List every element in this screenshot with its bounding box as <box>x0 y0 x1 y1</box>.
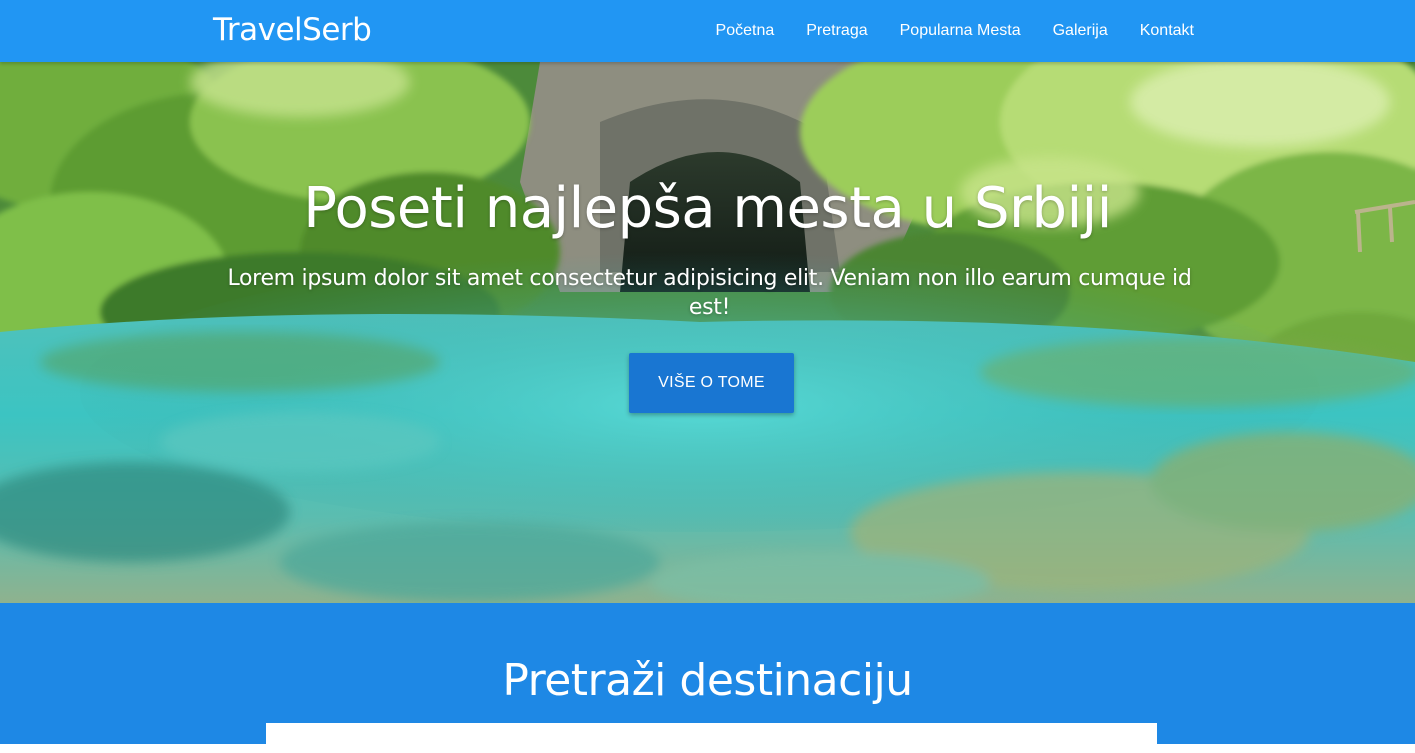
nav-links: Početna Pretraga Popularna Mesta Galerij… <box>700 0 1210 62</box>
nav-link-kontakt[interactable]: Kontakt <box>1124 0 1210 62</box>
nav-link-popularna-mesta[interactable]: Popularna Mesta <box>884 0 1037 62</box>
search-section: Pretraži destinaciju <box>0 603 1415 753</box>
nav-link-pocetna[interactable]: Početna <box>700 0 791 62</box>
more-info-button[interactable]: VIŠE O TOME <box>629 353 794 413</box>
nav-link-galerija[interactable]: Galerija <box>1037 0 1124 62</box>
hero-subtitle: Lorem ipsum dolor sit amet consectetur a… <box>227 266 1192 320</box>
nav-link-pretraga[interactable]: Pretraga <box>790 0 883 62</box>
navbar: TravelSerb Početna Pretraga Popularna Me… <box>0 0 1415 62</box>
hero-content: Poseti najlepša mesta u Srbiji Lorem ips… <box>0 62 1415 603</box>
hero-title: Poseti najlepša mesta u Srbiji <box>303 176 1112 241</box>
search-title: Pretraži destinaciju <box>502 655 913 706</box>
brand-logo[interactable]: TravelSerb <box>213 10 372 50</box>
hero-section: Poseti najlepša mesta u Srbiji Lorem ips… <box>0 62 1415 603</box>
search-input[interactable] <box>266 723 1157 753</box>
